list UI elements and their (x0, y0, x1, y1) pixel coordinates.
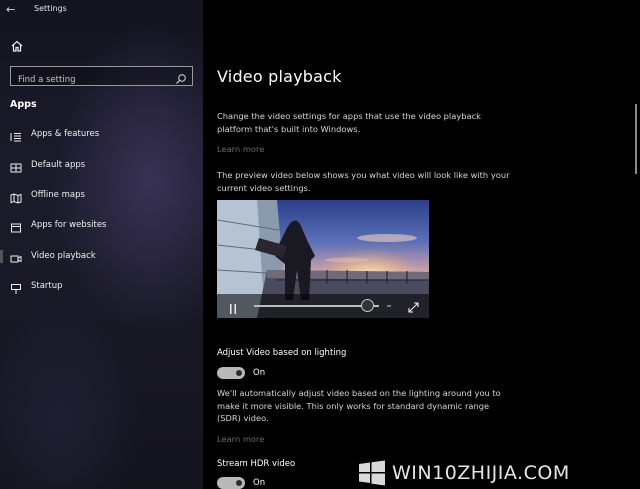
video-controls (217, 294, 429, 318)
hdr-label: Stream HDR video (217, 459, 296, 469)
default-apps-icon (10, 159, 22, 173)
sidebar-item-label: Apps for websites (31, 220, 107, 231)
startup-icon (10, 280, 22, 295)
search-box[interactable] (10, 66, 193, 89)
page-title: Video playback (217, 67, 342, 86)
main-content: Video playback Change the video settings… (203, 0, 640, 489)
adjust-lighting-toggle[interactable] (217, 367, 245, 379)
back-arrow-icon[interactable]: ← (6, 3, 20, 17)
preview-video[interactable] (217, 200, 429, 318)
fullscreen-icon[interactable] (407, 299, 420, 313)
sidebar-item-label: Video playback (31, 250, 96, 261)
watermark: WIN10ZHIJIA.COM (358, 458, 570, 488)
sidebar-nav: Apps & features Default apps Offline map… (0, 119, 203, 301)
window-title: Settings (34, 4, 67, 13)
sidebar-item-offline-maps[interactable]: Offline maps (0, 180, 203, 210)
toggle-knob (236, 480, 242, 486)
map-icon (10, 189, 22, 204)
section-title: Apps (10, 99, 37, 110)
home-icon[interactable] (10, 38, 26, 54)
adjust-lighting-label: Adjust Video based on lighting (217, 348, 347, 358)
search-icon[interactable] (175, 70, 187, 84)
video-icon (10, 250, 22, 263)
sidebar-item-label: Apps & features (31, 129, 100, 140)
sidebar-item-label: Offline maps (31, 189, 85, 200)
toggle-knob (236, 370, 242, 376)
watermark-text: WIN10ZHIJIA.COM (392, 462, 570, 484)
pause-icon[interactable] (228, 300, 238, 314)
adjust-lighting-description: We'll automatically adjust video based o… (217, 388, 501, 423)
intro-text: Change the video settings for apps that … (217, 111, 481, 134)
sidebar-item-default-apps[interactable]: Default apps (0, 149, 203, 179)
sidebar-item-startup[interactable]: Startup (0, 271, 203, 301)
sidebar-item-apps-features[interactable]: Apps & features (0, 119, 203, 149)
preview-description: The preview video below shows you what v… (217, 170, 510, 193)
search-input[interactable] (11, 71, 161, 89)
web-apps-icon (10, 219, 22, 233)
sidebar: Apps Apps & features Default apps Offlin… (0, 0, 203, 489)
adjust-lighting-state: On (253, 368, 266, 378)
learn-more-link[interactable]: Learn more (217, 144, 264, 154)
sidebar-item-label: Startup (31, 281, 63, 292)
sidebar-item-video-playback[interactable]: Video playback (0, 241, 203, 271)
scrollbar[interactable] (635, 104, 637, 174)
hdr-state: On (253, 478, 266, 488)
list-icon (10, 128, 22, 142)
seek-thumb[interactable] (361, 299, 375, 312)
sidebar-item-label: Default apps (31, 159, 86, 170)
windows-logo-icon (359, 460, 385, 486)
seek-remaining (387, 305, 391, 307)
sidebar-item-apps-for-websites[interactable]: Apps for websites (0, 210, 203, 240)
learn-more-link[interactable]: Learn more (217, 434, 264, 444)
hdr-toggle[interactable] (217, 477, 245, 489)
